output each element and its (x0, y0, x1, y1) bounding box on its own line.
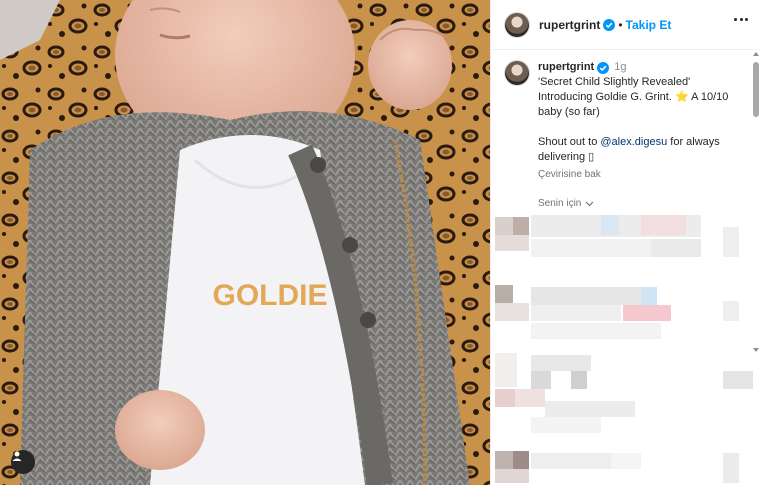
tagged-users-button[interactable] (11, 450, 35, 474)
caption-username[interactable]: rupertgrint (538, 60, 594, 75)
post-time[interactable]: 1g (614, 60, 626, 75)
header-username[interactable]: rupertgrint (539, 18, 600, 32)
caption-line: delivering ▯ (538, 151, 595, 163)
post-header: rupertgrint • Takip Et (491, 0, 760, 50)
caption-line: Introducing Goldie G. Grint. ⭐ A 10/10 (538, 91, 729, 103)
pixelated-comments (491, 205, 760, 485)
see-translation-link[interactable]: Çevirisine bak (538, 167, 743, 182)
verified-badge-icon (603, 18, 616, 31)
avatar[interactable] (504, 60, 530, 86)
post-caption: rupertgrint 1g 'Secret Child Slightly Re… (491, 50, 760, 211)
mention-link[interactable]: @alex.digesu (600, 136, 667, 148)
tagged-user-icon (12, 451, 22, 461)
verified-badge-icon (597, 61, 610, 74)
avatar[interactable] (504, 11, 530, 38)
shirt-embroidery: GOLDIE (212, 279, 327, 312)
more-options-icon[interactable] (734, 18, 748, 22)
scroll-thumb[interactable] (753, 62, 759, 117)
post-photo[interactable]: GOLDIE (0, 0, 490, 485)
photo-illustration: GOLDIE (0, 0, 490, 485)
follow-button[interactable]: Takip Et (626, 18, 672, 32)
caption-line: baby (so far) (538, 106, 600, 118)
caption-line: 'Secret Child Slightly Revealed' (538, 76, 691, 88)
scroll-up-arrow[interactable] (753, 52, 759, 56)
post-side-panel: rupertgrint • Takip Et rupertgrint 1g 'S… (490, 0, 760, 485)
separator: • (618, 17, 623, 32)
caption-line: Shout out to @alex.digesu for always (538, 136, 720, 148)
